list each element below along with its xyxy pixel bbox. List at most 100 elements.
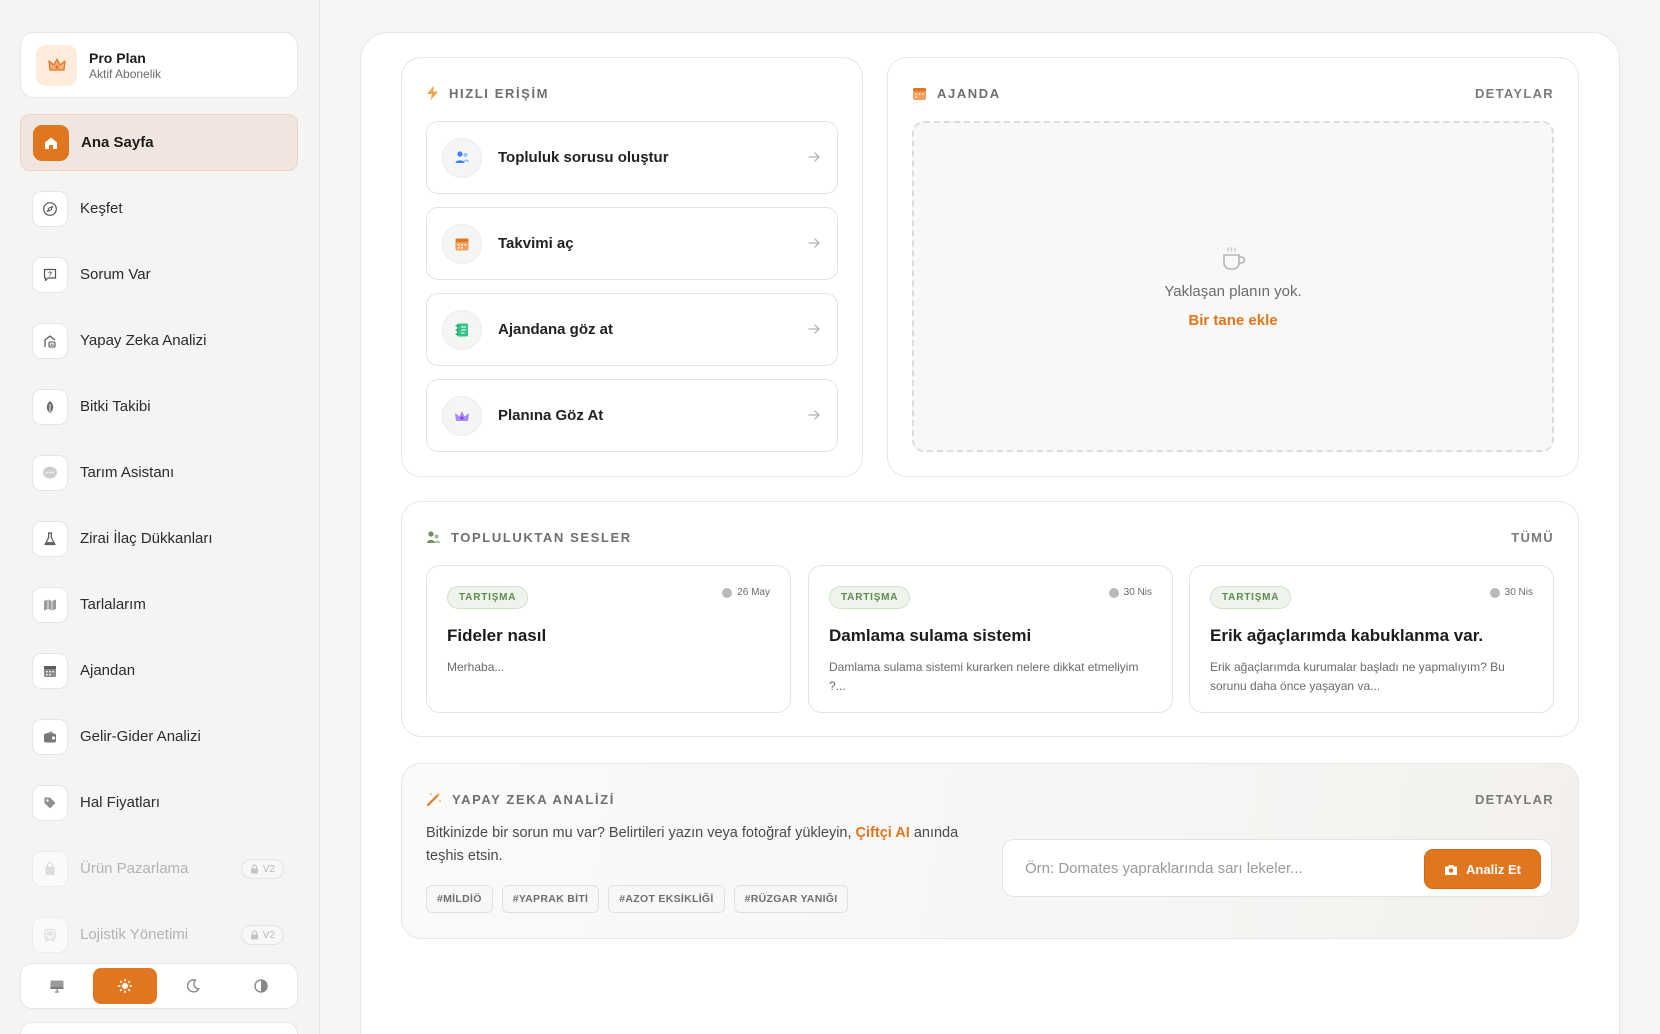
sidebar-item-tarlalarim[interactable]: Tarlalarım — [20, 576, 298, 633]
quick-access-header: HIZLI ERİŞİM — [426, 84, 838, 102]
crown-icon — [442, 395, 482, 436]
ai-analysis-header: YAPAY ZEKA ANALİZİ DETAYLAR — [426, 790, 1554, 808]
sidebar-item-ana-sayfa[interactable]: Ana Sayfa — [20, 114, 298, 171]
sidebar-item-ajandan[interactable]: Ajandan — [20, 642, 298, 699]
sidebar-item-label: Zirai İlaç Dükkanları — [80, 530, 213, 547]
notebook-icon — [442, 309, 482, 350]
agenda-details-link[interactable]: DETAYLAR — [1475, 86, 1554, 101]
clock-icon — [1108, 587, 1119, 598]
post-tag: TARTIŞMA — [1210, 586, 1292, 609]
plan-card[interactable]: Pro Plan Aktif Abonelik — [20, 32, 298, 98]
sidebar-item-tarim-asistani[interactable]: Tarım Asistanı — [20, 444, 298, 501]
chat-bubble-icon — [32, 454, 68, 491]
theme-switcher — [20, 963, 298, 1009]
sidebar-item-label: Bitki Takibi — [80, 398, 151, 415]
quick-action-planina-goz-at[interactable]: Planına Göz At — [426, 379, 838, 452]
quick-action-takvimi-ac[interactable]: Takvimi aç — [426, 207, 838, 280]
sidebar-item-label: Lojistik Yönetimi — [80, 926, 189, 943]
symptom-chips: #MİLDİÖ #YAPRAK BİTİ #AZOT EKSİKLİĞİ #RÜ… — [426, 885, 849, 913]
plan-subtitle: Aktif Abonelik — [89, 66, 162, 81]
post-excerpt: Damlama sulama sistemi kurarken nelere d… — [829, 660, 1139, 693]
quick-access-card: HIZLI ERİŞİM Topluluk sorusu oluştur Tak… — [401, 57, 863, 477]
symptom-chip[interactable]: #AZOT EKSİKLİĞİ — [608, 885, 725, 913]
arrow-right-icon — [808, 152, 820, 162]
agenda-title: AJANDA — [912, 86, 1001, 101]
post-excerpt: Erik ağaçlarımda kurumalar başladı ne ya… — [1210, 660, 1505, 693]
theme-contrast-button[interactable] — [230, 968, 293, 1004]
sidebar-item-label: Ürün Pazarlama — [80, 860, 189, 877]
sidebar-item-sorum-var[interactable]: ? Sorum Var — [20, 246, 298, 303]
post-date: 30 Nis — [1489, 587, 1533, 598]
version-badge-text: V2 — [262, 929, 275, 941]
tag-icon — [32, 784, 68, 821]
sidebar-item-label: Sorum Var — [80, 266, 151, 283]
lock-icon — [250, 864, 258, 874]
theme-dark-button[interactable] — [162, 968, 225, 1004]
version-badge: V2 — [240, 859, 284, 879]
leaf-icon — [32, 388, 68, 425]
sidebar-item-gelir-gider-analizi[interactable]: Gelir-Gider Analizi — [20, 708, 298, 765]
flask-icon — [32, 520, 68, 557]
ai-analysis-title: YAPAY ZEKA ANALİZİ — [426, 791, 615, 807]
clock-icon — [722, 587, 733, 598]
calendar-icon — [32, 652, 68, 689]
agenda-header: AJANDA DETAYLAR — [912, 84, 1554, 102]
theme-light-button[interactable] — [93, 968, 157, 1004]
sidebar: Pro Plan Aktif Abonelik Ana Sayfa Keşfet… — [0, 0, 320, 1034]
clock-icon — [1489, 587, 1500, 598]
truck-icon — [32, 916, 68, 953]
crown-icon — [36, 44, 77, 86]
symptom-chip[interactable]: #MİLDİÖ — [426, 885, 493, 913]
sun-icon — [117, 978, 133, 994]
camera-icon — [1445, 864, 1458, 875]
theme-system-button[interactable] — [25, 968, 88, 1004]
ai-analysis-details-link[interactable]: DETAYLAR — [1475, 792, 1554, 807]
people-icon — [427, 530, 440, 543]
people-icon — [442, 137, 482, 178]
monitor-icon — [50, 980, 64, 993]
arrow-right-icon — [808, 410, 820, 420]
quick-action-ajandana-goz-at[interactable]: Ajandana göz at — [426, 293, 838, 366]
sidebar-item-label: Tarım Asistanı — [80, 464, 175, 481]
ai-analysis-description: Bitkinizde bir sorun mu var? Belirtileri… — [426, 825, 959, 864]
sidebar-item-label: Keşfet — [80, 200, 123, 217]
sidebar-item-yapay-zeka-analizi[interactable]: AI Yapay Zeka Analizi — [20, 312, 298, 369]
agenda-card: AJANDA DETAYLAR Yaklaşan planın yok. Bir… — [887, 57, 1579, 477]
post-card[interactable]: TARTIŞMA 30 Nis Damlama sulama sistemi D… — [808, 565, 1173, 713]
sidebar-item-label: Hal Fiyatları — [80, 794, 161, 811]
community-all-link[interactable]: TÜMÜ — [1511, 530, 1554, 545]
wallet-icon — [32, 718, 68, 755]
map-icon — [32, 586, 68, 623]
moon-icon — [186, 979, 201, 993]
ai-symptom-input[interactable] — [1005, 842, 1410, 894]
post-card[interactable]: TARTIŞMA 30 Nis Erik ağaçlarımda kabukla… — [1189, 565, 1554, 713]
symptom-chip[interactable]: #YAPRAK BİTİ — [501, 885, 600, 913]
main-content: HIZLI ERİŞİM Topluluk sorusu oluştur Tak… — [360, 32, 1620, 1034]
post-card[interactable]: TARTIŞMA 26 May Fideler nasıl Merhaba... — [426, 565, 791, 713]
sidebar-item-urun-pazarlama: Ürün Pazarlama V2 — [20, 840, 298, 897]
sidebar-item-zirai-ilac-dukkanlari[interactable]: Zirai İlaç Dükkanları — [20, 510, 298, 567]
analyze-button[interactable]: Analiz Et — [1424, 849, 1541, 889]
svg-text:?: ? — [48, 271, 52, 278]
community-header: TOPLULUKTAN SESLER TÜMÜ — [426, 528, 1554, 546]
post-excerpt: Merhaba... — [447, 660, 505, 674]
version-badge: V2 — [240, 925, 284, 945]
contrast-icon — [254, 979, 269, 993]
quick-action-topluluk-sorusu[interactable]: Topluluk sorusu oluştur — [426, 121, 838, 194]
community-card: TOPLULUKTAN SESLER TÜMÜ TARTIŞMA 26 May … — [401, 501, 1579, 737]
ai-brand-name: Çiftçi AI — [855, 825, 910, 841]
post-date: 26 May — [722, 587, 770, 598]
sidebar-item-bitki-takibi[interactable]: Bitki Takibi — [20, 378, 298, 435]
ai-analysis-card: YAPAY ZEKA ANALİZİ DETAYLAR Bitkinizde b… — [401, 763, 1579, 939]
sidebar-item-kesfet[interactable]: Keşfet — [20, 180, 298, 237]
agenda-add-link[interactable]: Bir tane ekle — [1188, 312, 1277, 329]
symptom-chip[interactable]: #RÜZGAR YANIĞI — [733, 885, 849, 913]
arrow-right-icon — [808, 324, 820, 334]
sidebar-item-hal-fiyatlari[interactable]: Hal Fiyatları — [20, 774, 298, 831]
shopping-bag-icon — [32, 850, 68, 887]
sidebar-item-label: Yapay Zeka Analizi — [80, 332, 207, 349]
quick-access-title: HIZLI ERİŞİM — [426, 85, 549, 101]
svg-text:AI: AI — [50, 342, 54, 346]
ai-input-container: Analiz Et — [1002, 839, 1552, 897]
agenda-empty-text: Yaklaşan planın yok. — [1164, 282, 1302, 300]
